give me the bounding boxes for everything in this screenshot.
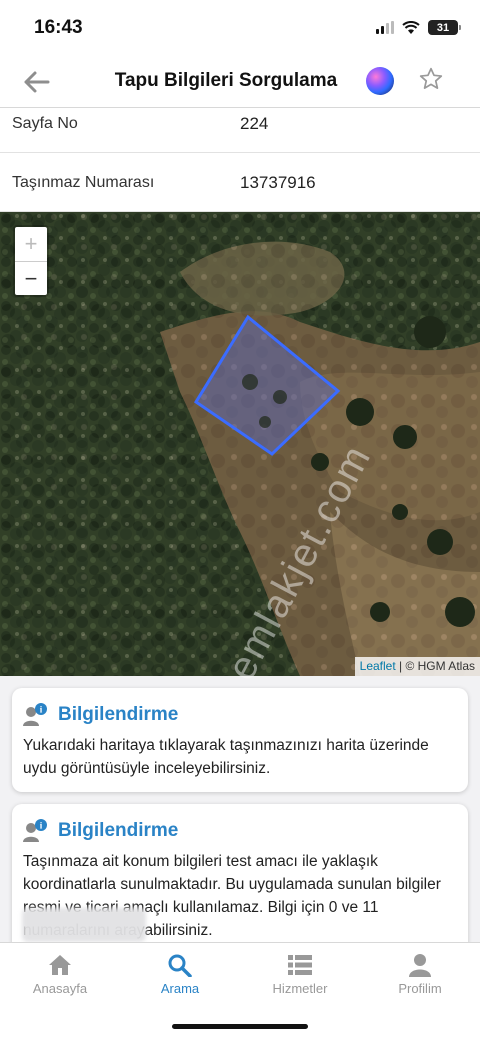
home-icon: [49, 955, 71, 975]
tab-anasayfa[interactable]: Anasayfa: [0, 953, 120, 996]
info-row-tasinmaz-numarasi: Taşınmaz Numarası 13737916: [0, 153, 480, 212]
list-icon: [288, 955, 312, 975]
tab-label: Arama: [160, 981, 200, 996]
nav-bar: Tapu Bilgileri Sorgulama: [0, 56, 480, 108]
card-header: i Bilgilendirme: [22, 818, 178, 844]
info-card: i Bilgilendirme Yukarıdaki haritaya tıkl…: [12, 688, 468, 792]
card-header: i Bilgilendirme: [22, 702, 178, 728]
zoom-out-button[interactable]: −: [15, 261, 47, 295]
user-info-icon: i: [23, 819, 47, 842]
user-icon: [409, 954, 431, 977]
zoom-control: + −: [13, 225, 49, 297]
zoom-in-button[interactable]: +: [15, 227, 47, 261]
cellular-signal-icon: [376, 21, 394, 34]
leaflet-link[interactable]: Leaflet: [360, 659, 396, 673]
attribution-text: | © HGM Atlas: [399, 659, 475, 673]
tab-arama[interactable]: Arama: [120, 953, 240, 996]
battery-icon: 31: [428, 20, 461, 35]
status-time: 16:43: [34, 17, 83, 38]
page-title: Tapu Bilgileri Sorgulama: [114, 70, 338, 91]
row-label: Sayfa No: [12, 115, 78, 132]
card-title: Bilgilendirme: [58, 820, 179, 841]
tab-label: Profilim: [398, 981, 442, 996]
favorite-star-button[interactable]: [418, 66, 444, 99]
wifi-icon: [402, 20, 420, 34]
card-title: Bilgilendirme: [58, 704, 179, 725]
tab-profilim[interactable]: Profilim: [360, 953, 480, 996]
row-value: 13737916: [240, 173, 316, 192]
home-indicator: [172, 1024, 308, 1029]
tab-label: Anasayfa: [32, 981, 88, 996]
star-icon: [419, 67, 443, 89]
satellite-imagery: [0, 212, 480, 676]
row-label: Taşınmaz Numarası: [12, 174, 155, 191]
map-attribution: Leaflet | © HGM Atlas: [354, 657, 480, 676]
card-body: Yukarıdaki haritaya tıklayarak taşınmazı…: [23, 737, 429, 777]
row-value: 224: [240, 114, 269, 133]
status-icons: 31: [376, 20, 461, 35]
status-bar: 16:43 31: [0, 0, 480, 56]
siri-icon[interactable]: [366, 67, 394, 95]
user-info-icon: i: [23, 703, 47, 726]
search-icon: [168, 954, 192, 977]
tab-label: Hizmetler: [272, 981, 328, 996]
satellite-map[interactable]: [0, 212, 480, 676]
tab-hizmetler[interactable]: Hizmetler: [240, 953, 360, 996]
info-row-sayfa-no: Sayfa No 224: [0, 108, 480, 153]
redaction-blur: [22, 908, 146, 942]
